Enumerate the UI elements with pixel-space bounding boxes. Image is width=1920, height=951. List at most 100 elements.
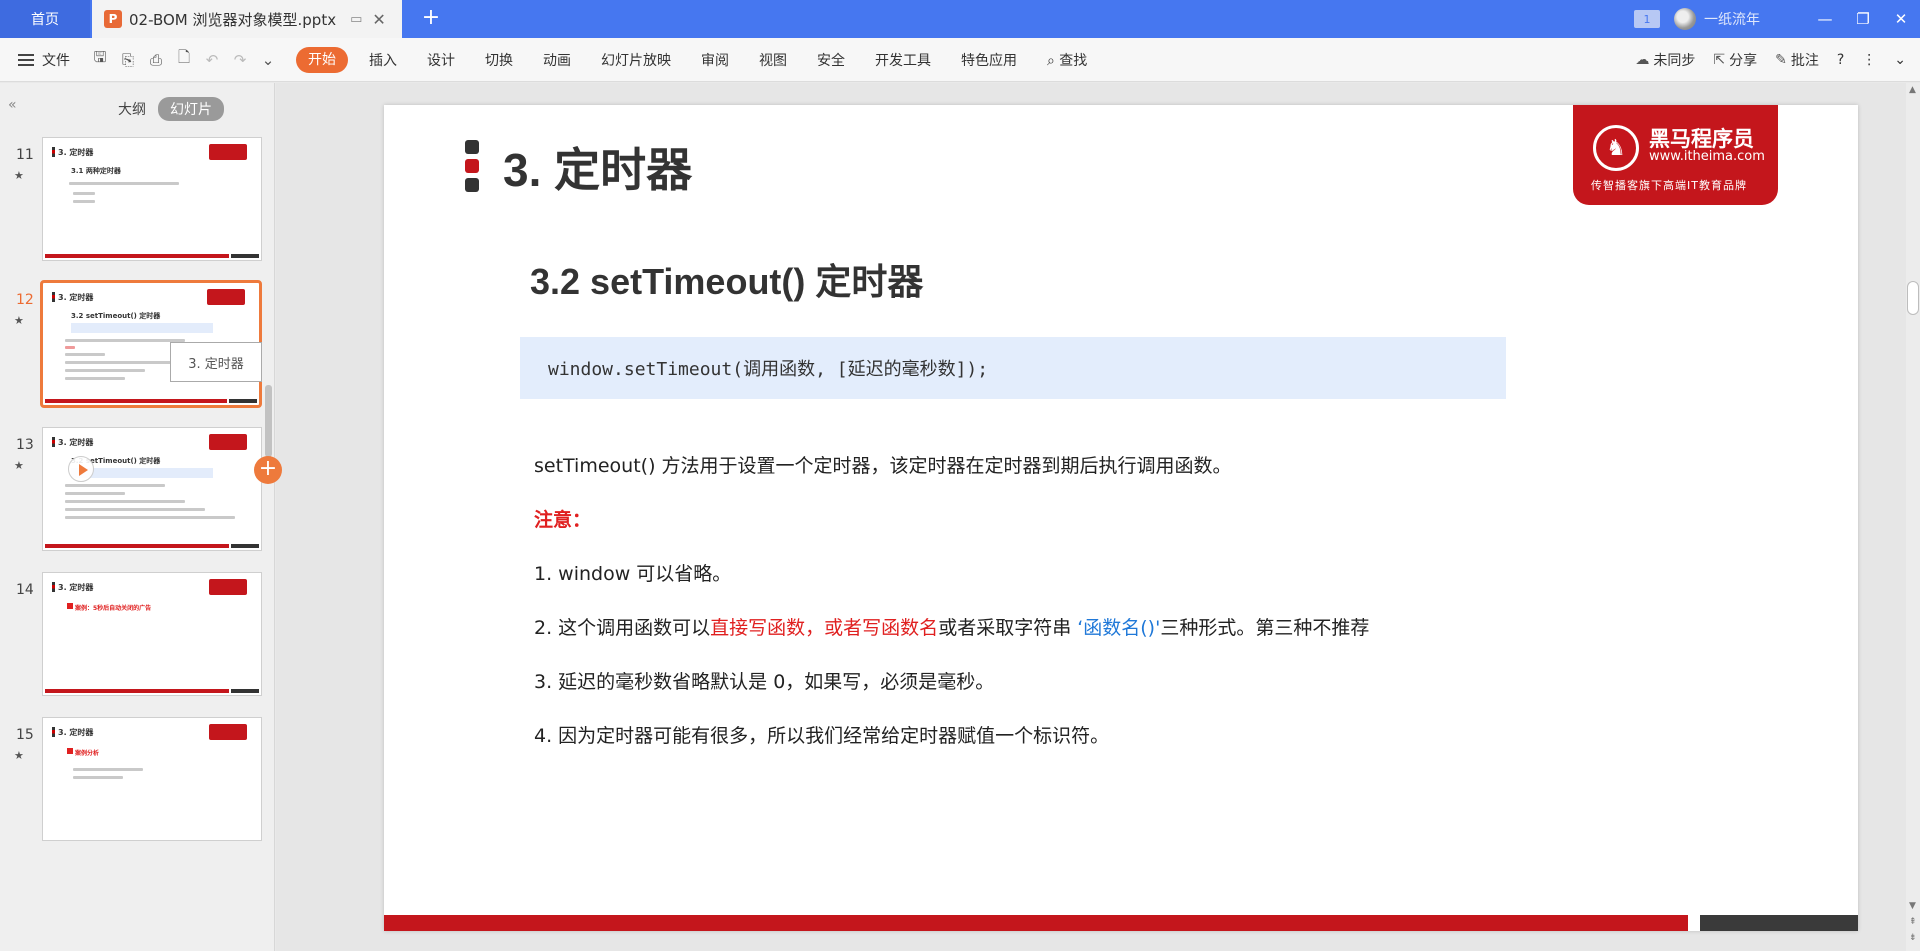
animation-star-icon: ★ [14,314,24,327]
ribbon-tabs: 开始 插入 设计 切换 动画 幻灯片放映 审阅 视图 安全 开发工具 特色应用 … [296,46,1102,73]
note-item-2-part: 或者采取字符串 [938,617,1078,639]
help-icon[interactable]: ? [1837,52,1844,68]
thumb-title: 3. 定时器 [51,147,94,157]
cloud-icon: ☁ [1635,52,1650,68]
tab-document[interactable]: P 02-BOM 浏览器对象模型.pptx ▭ ✕ [92,0,402,38]
note-item-2-highlight: 直接写函数，或者写函数名 [710,617,939,639]
customize-quick-access-icon[interactable]: ⌄ [257,49,279,71]
close-window-icon[interactable]: ✕ [1882,10,1920,28]
next-slide-icon[interactable]: ⇟ [1909,933,1917,943]
new-tab-button[interactable]: + [418,6,444,32]
collapse-ribbon-icon[interactable]: ⌄ [1894,52,1906,68]
thumb-line [73,768,143,771]
animation-star-icon: ★ [14,749,24,762]
slide-thumbnail: 3. 定时器 3.2 setTimeout() 定时器 [42,427,262,551]
canvas-scroll-thumb[interactable] [1907,281,1919,315]
scroll-down-icon[interactable]: ▼ [1909,901,1916,911]
pin-icon[interactable]: ▭ [350,12,362,27]
restore-icon[interactable]: ❐ [1844,10,1882,28]
slide-number: 11 [16,147,34,163]
tab-review[interactable]: 审阅 [686,50,744,70]
more-icon[interactable]: ⋮ [1862,52,1876,68]
sync-button[interactable]: ☁ 未同步 [1635,50,1695,70]
share-button[interactable]: ⇱ 分享 [1713,50,1757,70]
tab-transition[interactable]: 切换 [470,50,528,70]
thumbnail-11[interactable]: 11 ★ 3. 定时器 3.1 两种定时器 [0,137,262,293]
thumb-logo [209,144,247,160]
thumb-title: 3. 定时器 [51,582,94,592]
print-preview-icon[interactable]: 🗋 [173,48,195,71]
note-item-1: 1. window 可以省略。 [534,563,732,585]
slide-tooltip: 3. 定时器 [170,342,262,382]
tab-security[interactable]: 安全 [802,50,860,70]
format-painter-icon[interactable]: ⎘ [117,49,139,71]
comment-icon: ✎ [1775,52,1787,68]
note-item-3: 3. 延迟的毫秒数省略默认是 0，如果写，必须是毫秒。 [534,671,995,693]
window-count-badge[interactable]: 1 [1634,10,1660,28]
thumbnail-list: 11 ★ 3. 定时器 3.1 两种定时器 12 ★ 3. 定时器 3.2 se… [0,137,262,951]
save-icon[interactable]: 🖫 [89,48,111,71]
thumb-line [65,508,205,511]
thumb-red-title: 案例：5秒后自动关闭的广告 [66,603,152,612]
tab-slideshow[interactable]: 幻灯片放映 [586,50,686,70]
canvas-scrollbar[interactable]: ▲ ▼ ⇞ ⇟ [1906,83,1920,951]
code-block: window.setTimeout(调用函数, [延迟的毫秒数]); [520,337,1506,399]
file-menu-label: 文件 [42,52,70,69]
outline-view-tab[interactable]: 大纲 [106,97,158,121]
thumb-bottom-bar [45,544,229,548]
undo-icon[interactable]: ↶ [201,49,223,71]
thumb-line [73,776,123,779]
tab-design[interactable]: 设计 [412,50,470,70]
play-slide-icon[interactable] [68,456,94,482]
prev-slide-icon[interactable]: ⇞ [1909,917,1917,927]
tab-home-ribbon[interactable]: 开始 [296,46,348,73]
scroll-up-icon[interactable]: ▲ [1909,85,1916,95]
logo-tagline: 传智播客旗下高端IT教育品牌 [1591,179,1747,192]
thumb-line [65,377,125,380]
note-item-2-part: 三种形式。第三种不推荐 [1160,617,1370,639]
thumb-logo [207,289,245,305]
share-icon: ⇱ [1713,52,1726,68]
slide-number: 14 [16,582,34,598]
file-menu[interactable]: 文件 [18,50,70,70]
redo-icon[interactable]: ↷ [229,49,251,71]
comment-button[interactable]: ✎ 批注 [1775,50,1819,70]
collapse-panel-icon[interactable]: « [8,97,17,113]
slides-view-tab[interactable]: 幻灯片 [158,97,224,121]
horse-logo-icon: ♞ [1593,125,1639,171]
document-tab-label: 02-BOM 浏览器对象模型.pptx [129,10,337,29]
slide-subtitle: 3.2 setTimeout() 定时器 [530,261,924,302]
thumb-line [73,192,95,195]
tab-animation[interactable]: 动画 [528,50,586,70]
find-button[interactable]: ⌕ 查找 [1032,50,1102,70]
thumbnail-13[interactable]: 13 ★ 3. 定时器 3.2 setTimeout() 定时器 [0,427,262,583]
description-text: setTimeout() 方法用于设置一个定时器，该定时器在定时器到期后执行调用… [534,455,1232,477]
thumb-line [65,353,105,356]
sync-label: 未同步 [1653,53,1696,69]
thumb-title: 3. 定时器 [51,292,94,302]
add-slide-button[interactable]: + [254,456,282,484]
note-item-2-string: ‘函数名()' [1077,617,1161,639]
panel-scroll-thumb[interactable] [265,385,272,457]
panel-scrollbar[interactable] [263,137,273,951]
tab-home[interactable]: 首页 [0,0,90,38]
thumb-bottom-bar-dark [229,399,257,403]
tab-features[interactable]: 特色应用 [946,50,1032,70]
panel-header: « 大纲 幻灯片 [0,83,274,129]
menu-right: ☁ 未同步 ⇱ 分享 ✎ 批注 ? ⋮ ⌄ [1617,38,1906,82]
thumbnail-14[interactable]: 14 3. 定时器 案例：5秒后自动关闭的广告 [0,572,262,728]
current-slide[interactable]: 3. 定时器 ♞ 黑马程序员 www.itheima.com 传智播客旗下高端I… [384,105,1858,931]
animation-star-icon: ★ [14,459,24,472]
username[interactable]: 一纸流年 [1704,9,1760,29]
search-icon: ⌕ [1047,52,1055,69]
tab-view[interactable]: 视图 [744,50,802,70]
slides-panel: « 大纲 幻灯片 11 ★ 3. 定时器 3.1 两种定时器 12 ★ 3. 定… [0,83,275,951]
minimize-icon[interactable]: — [1806,10,1844,28]
tab-developer[interactable]: 开发工具 [860,50,946,70]
thumbnail-15[interactable]: 15 ★ 3. 定时器 案例分析 [0,717,262,873]
close-tab-icon[interactable]: ✕ [372,10,385,29]
tab-insert[interactable]: 插入 [354,50,412,70]
print-icon[interactable]: ⎙ [145,49,167,71]
thumb-bottom-bar [45,689,229,693]
avatar[interactable] [1674,8,1696,30]
